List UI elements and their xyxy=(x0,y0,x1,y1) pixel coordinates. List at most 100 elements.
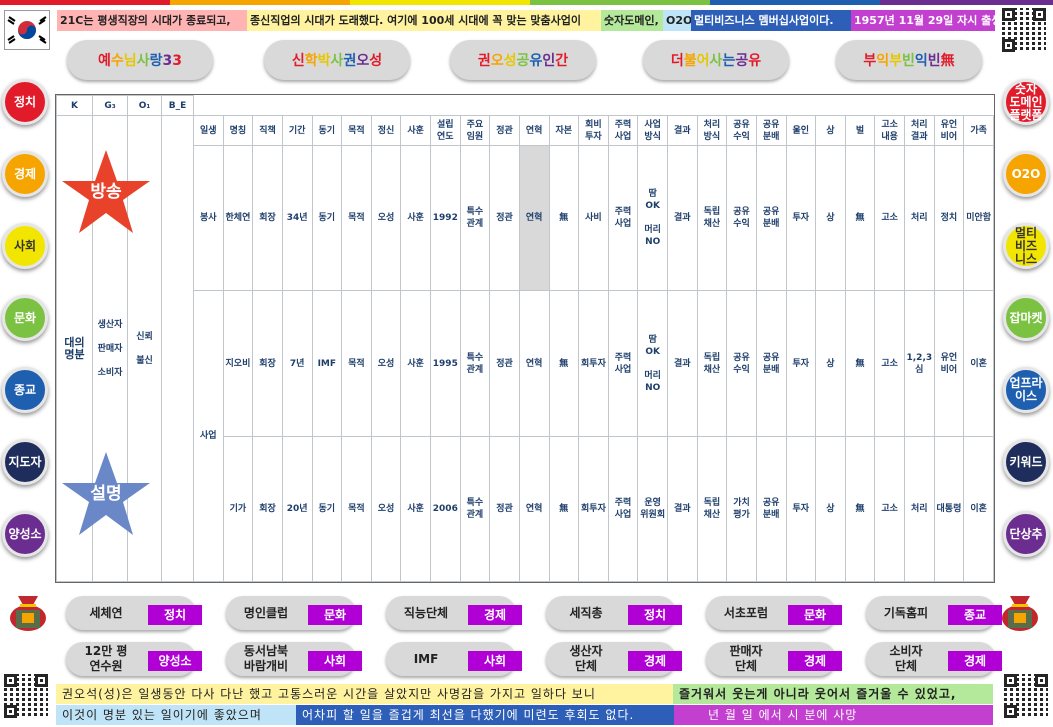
column-header-cell: 일생 xyxy=(193,115,224,147)
table-cell: 결과 xyxy=(667,435,698,583)
slogan-pill: 신학박사권오성 xyxy=(264,40,410,80)
org-tag[interactable]: 정치 xyxy=(628,605,682,625)
column-header-cell: 연혁 xyxy=(518,115,550,147)
table-cell: 20년 xyxy=(281,435,313,583)
header-segment: 21C는 평생직장의 시대가 종료되고, xyxy=(57,10,247,31)
table-cell: 결과 xyxy=(667,290,698,437)
table-cell: 운영 위원회 xyxy=(637,435,668,583)
org-tag[interactable]: 정치 xyxy=(148,605,202,625)
table-cell: 연혁 xyxy=(518,435,550,583)
org-name: 소비자 단체 xyxy=(889,644,923,673)
table-cell: 고소 xyxy=(874,290,905,437)
column-header-cell: 사업 방식 xyxy=(637,115,668,147)
left_circles-circle[interactable]: 정치 xyxy=(2,79,48,125)
right_circles-circle[interactable]: O2O xyxy=(1003,151,1049,197)
column-header-cell: 벌 xyxy=(844,115,876,147)
column-header-cell: 고소 내용 xyxy=(874,115,905,147)
left_circles-circle-label: 사회 xyxy=(13,238,37,253)
table-cell: 無 xyxy=(844,145,876,292)
table-cell: 상 xyxy=(815,290,846,437)
table-cell: 7년 xyxy=(281,290,313,437)
org-tag[interactable]: 사회 xyxy=(308,651,362,671)
org-tag[interactable]: 경제 xyxy=(468,605,522,625)
column-header-cell: 회비 투자 xyxy=(578,115,609,147)
org-tag[interactable]: 경제 xyxy=(788,651,842,671)
qr-code-icon xyxy=(4,674,48,718)
table-row: 사업 지오비 회장 7년 IMF 목적 오성 사훈 1995 특수 관계 정관 연혁 無 회투자 주력 사업… xyxy=(57,290,994,582)
header-segment: O2O, xyxy=(663,10,691,31)
org-tag[interactable]: 문화 xyxy=(308,605,362,625)
right_circles-circle-label: 업프라 이스 xyxy=(1009,376,1043,403)
right_circles-circle[interactable]: 숫자 도메인 플랫폼 xyxy=(1003,79,1049,125)
column-header-cell: 처리 결과 xyxy=(904,115,935,147)
table-cell: 특수 관계 xyxy=(459,435,491,583)
org-name: 직능단체 xyxy=(403,605,449,620)
right_circles-circle[interactable]: 키워드 xyxy=(1003,439,1049,485)
table-cell: 1,2,3심 xyxy=(904,290,935,437)
left_circles-circle[interactable]: 종교 xyxy=(2,367,48,413)
org-name: 생산자 단체 xyxy=(569,644,603,673)
star-broadcast-label: 방송 xyxy=(90,182,122,201)
column-header-cell: 처리 방식 xyxy=(696,115,728,147)
table-cell: 기가 xyxy=(222,435,254,583)
org-tag[interactable]: 경제 xyxy=(628,651,682,671)
column-header-cell: 명칭 xyxy=(222,115,254,147)
org-tag[interactable]: 문화 xyxy=(788,605,842,625)
table-cell: 땀 OK 머리 NO xyxy=(637,145,668,292)
table-cell: 정관 xyxy=(489,435,520,583)
table-cell: 상 xyxy=(815,435,846,583)
org-tag[interactable]: 종교 xyxy=(948,605,1002,625)
org-tag[interactable]: 사회 xyxy=(468,651,522,671)
right_circles-circle[interactable]: 단상추 xyxy=(1003,511,1049,557)
table-cell: 처리 xyxy=(904,145,935,292)
column-header-cell: 공유 수익 xyxy=(726,115,757,147)
table-cell: 정관 xyxy=(489,145,520,292)
table-cell: 회투자 xyxy=(578,290,609,437)
left_circles-circle-label: 종교 xyxy=(13,382,37,397)
table-cell: 결과 xyxy=(667,145,698,292)
top-strip-purple xyxy=(880,0,1053,5)
table-cell: 이혼 xyxy=(963,435,994,583)
table-cell: 정관 xyxy=(489,290,520,437)
table-cell: 투자 xyxy=(785,145,817,292)
table-cell: 고소 xyxy=(874,145,905,292)
table-cell: 특수 관계 xyxy=(459,145,491,292)
column-header-cell: 목적 xyxy=(341,115,372,147)
footer-line-1a: 권오석(성)은 일생동안 다사 다난 했고 고통스러운 시간을 살았지만 사명감… xyxy=(56,684,673,704)
left_circles-circle-label: 문화 xyxy=(13,310,37,325)
org-tag[interactable]: 경제 xyxy=(948,651,1002,671)
header-segment: 멀티비즈니스 멤버십사업이다. xyxy=(691,10,851,31)
table-cell: 공유 분배 xyxy=(755,145,787,292)
right_circles-circle[interactable]: 멀티 비즈 니스 xyxy=(1003,223,1049,269)
life-cell: 봉사 xyxy=(193,145,224,292)
right_circles-circle-label: 멀티 비즈 니스 xyxy=(1014,225,1038,266)
left_circles-circle[interactable]: 사회 xyxy=(2,223,48,269)
right_circles-circle[interactable]: 업프라 이스 xyxy=(1003,367,1049,413)
column-header-cell: 기간 xyxy=(281,115,313,147)
right_circles-circle[interactable]: 잡마켓 xyxy=(1003,295,1049,341)
slogan-text: 부익부빈익빈無 xyxy=(863,53,955,69)
org-tag[interactable]: 양성소 xyxy=(148,651,202,671)
left_circles-circle[interactable]: 경제 xyxy=(2,151,48,197)
table-cell: 사비 xyxy=(578,145,609,292)
table-cell: 1992 xyxy=(430,145,461,292)
korean-flag-icon xyxy=(4,10,50,50)
right_circles-circle-label: 단상추 xyxy=(1009,526,1043,541)
table-cell: 사훈 xyxy=(400,145,431,292)
star-explain-label: 설명 xyxy=(90,484,121,503)
table-cell: 34년 xyxy=(281,145,313,292)
table-cell: 2006 xyxy=(430,435,461,583)
table-cell: 無 xyxy=(548,290,580,437)
table-cell: 회투자 xyxy=(578,435,609,583)
table-cell: 상 xyxy=(815,145,846,292)
table-cell: 회장 xyxy=(252,435,283,583)
column-header-cell: 사훈 xyxy=(400,115,431,147)
table-cell: 독립 채산 xyxy=(696,435,728,583)
org-name: 서초포럼 xyxy=(723,605,769,620)
left_circles-circle[interactable]: 지도자 xyxy=(2,439,48,485)
left_circles-circle[interactable]: 양성소 xyxy=(2,511,48,557)
left_circles-circle[interactable]: 문화 xyxy=(2,295,48,341)
left-header-cell: B_E xyxy=(161,94,194,117)
footer-line-1b: 즐거워서 웃는게 아니라 웃어서 즐거울 수 있었고, xyxy=(673,684,993,704)
table-cell: 사훈 xyxy=(400,290,431,437)
